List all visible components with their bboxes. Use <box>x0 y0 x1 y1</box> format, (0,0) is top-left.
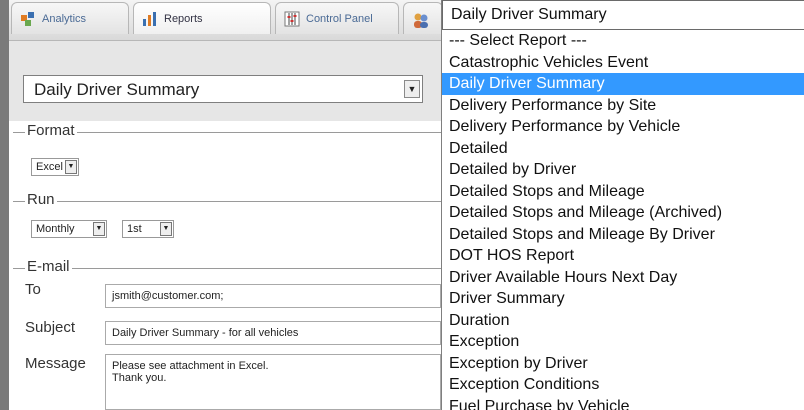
email-legend: E-mail <box>25 258 72 275</box>
left-edge-bar <box>0 0 9 410</box>
chevron-down-icon[interactable]: ▼ <box>404 80 420 98</box>
subject-label: Subject <box>25 319 76 336</box>
dropdown-option[interactable]: Detailed <box>442 138 804 160</box>
dropdown-option[interactable]: Exception Conditions <box>442 374 804 396</box>
dropdown-option[interactable]: Delivery Performance by Vehicle <box>442 116 804 138</box>
format-legend: Format <box>25 122 77 139</box>
run-day-value: 1st <box>127 223 142 235</box>
run-day-select[interactable]: 1st ▼ <box>122 220 174 238</box>
format-select-value: Excel <box>36 161 63 173</box>
dropdown-option[interactable]: Driver Available Hours Next Day <box>442 267 804 289</box>
dropdown-option[interactable]: Daily Driver Summary <box>442 73 804 95</box>
report-select-value: Daily Driver Summary <box>34 80 200 99</box>
tab-control-panel[interactable]: Control Panel <box>275 2 399 34</box>
tab-reports-label: Reports <box>164 12 203 25</box>
report-select[interactable]: Daily Driver Summary ▼ <box>23 75 423 103</box>
report-dropdown-list[interactable]: Daily Driver Summary --- Select Report -… <box>441 0 804 410</box>
dropdown-option[interactable]: Exception <box>442 331 804 353</box>
chevron-down-icon[interactable]: ▼ <box>93 222 105 236</box>
dropdown-option[interactable]: Detailed Stops and Mileage <box>442 181 804 203</box>
subject-field[interactable]: Daily Driver Summary - for all vehicles <box>105 321 441 345</box>
tab-analytics[interactable]: Analytics <box>11 2 129 34</box>
tab-control-panel-label: Control Panel <box>306 12 373 25</box>
run-section: Run <box>13 191 441 208</box>
users-icon <box>412 11 428 28</box>
format-select[interactable]: Excel ▼ <box>31 158 79 176</box>
reports-icon <box>142 11 158 27</box>
dropdown-option[interactable]: Duration <box>442 310 804 332</box>
dropdown-option[interactable]: DOT HOS Report <box>442 245 804 267</box>
chevron-down-icon[interactable]: ▼ <box>65 160 77 174</box>
dropdown-option[interactable]: --- Select Report --- <box>442 30 804 52</box>
format-section: Format <box>13 122 441 139</box>
report-settings-panel: Daily Driver Summary ▼ Format Excel ▼ Ru… <box>9 41 441 410</box>
tab-reports[interactable]: Reports <box>133 2 271 34</box>
tab-analytics-label: Analytics <box>42 12 87 25</box>
tab-users[interactable] <box>403 2 443 34</box>
run-legend: Run <box>25 191 57 208</box>
email-section: E-mail <box>13 258 441 275</box>
dropdown-option[interactable]: Catastrophic Vehicles Event <box>442 52 804 74</box>
dropdown-option[interactable]: Exception by Driver <box>442 353 804 375</box>
message-field[interactable]: Please see attachment in Excel. Thank yo… <box>105 354 441 410</box>
dropdown-option[interactable]: Fuel Purchase by Vehicle <box>442 396 804 410</box>
chevron-down-icon[interactable]: ▼ <box>160 222 172 236</box>
dropdown-option[interactable]: Detailed by Driver <box>442 159 804 181</box>
dropdown-option[interactable]: Detailed Stops and Mileage (Archived) <box>442 202 804 224</box>
to-label: To <box>25 281 41 298</box>
to-field[interactable]: jsmith@customer.com; <box>105 284 441 308</box>
control-panel-icon <box>284 11 300 27</box>
dropdown-option[interactable]: Delivery Performance by Site <box>442 95 804 117</box>
run-frequency-select[interactable]: Monthly ▼ <box>31 220 107 238</box>
message-label: Message <box>25 355 86 372</box>
dropdown-option[interactable]: Detailed Stops and Mileage By Driver <box>442 224 804 246</box>
analytics-icon <box>20 11 36 27</box>
run-frequency-value: Monthly <box>36 223 75 235</box>
dropdown-option[interactable]: Driver Summary <box>442 288 804 310</box>
tab-bar: Analytics Reports Control Panel <box>9 0 443 41</box>
dropdown-header[interactable]: Daily Driver Summary <box>442 0 804 30</box>
